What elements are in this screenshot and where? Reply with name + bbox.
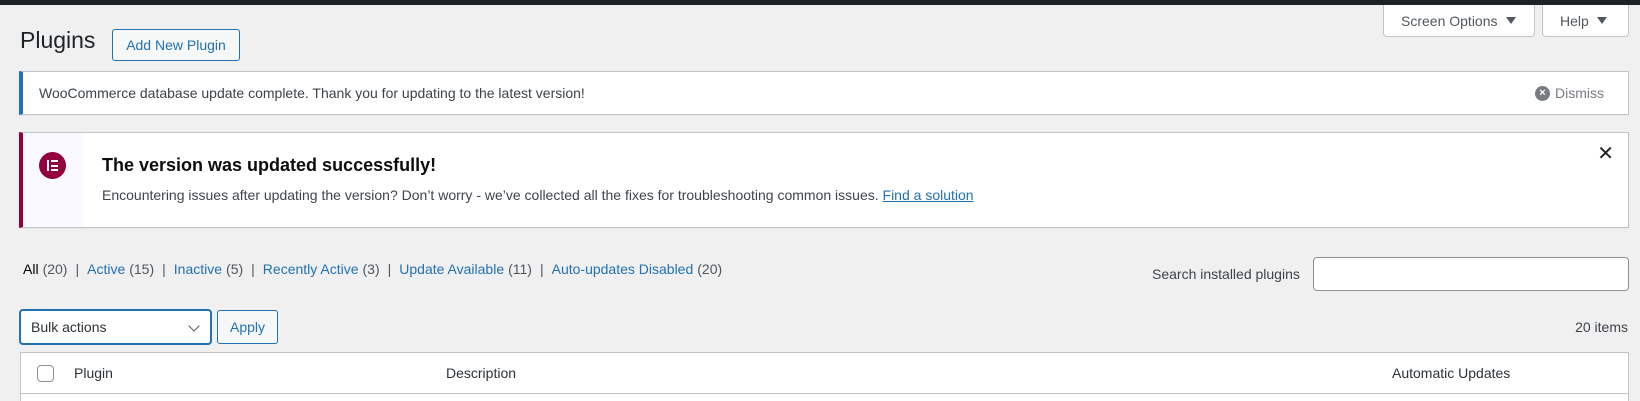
elementor-update-notice: The version was updated successfully! En… <box>19 132 1629 228</box>
notice-title: The version was updated successfully! <box>102 155 437 175</box>
filter-label: All <box>23 261 39 277</box>
filter-update-available[interactable]: Update Available (11) <box>399 261 532 277</box>
filter-label[interactable]: Auto-updates Disabled <box>552 261 694 277</box>
filter-separator: | <box>539 261 544 277</box>
notice-description-text: Encountering issues after updating the v… <box>102 187 879 203</box>
woocommerce-update-notice: WooCommerce database update complete. Th… <box>19 71 1629 115</box>
plugins-table-header: Plugin Description Automatic Updates <box>20 352 1629 401</box>
column-header-automatic-updates: Automatic Updates <box>1392 365 1511 381</box>
dismiss-label: Dismiss <box>1555 85 1604 101</box>
caret-down-icon <box>1596 17 1607 24</box>
notice-icon-strip <box>23 133 83 227</box>
bulk-actions-selected: Bulk actions <box>31 319 107 335</box>
filter-count: (15) <box>129 261 155 277</box>
apply-button[interactable]: Apply <box>217 310 278 344</box>
column-header-plugin[interactable]: Plugin <box>74 365 113 381</box>
filter-label[interactable]: Recently Active <box>263 261 359 277</box>
filter-count: (11) <box>508 261 532 277</box>
filter-active[interactable]: Active (15) <box>87 261 154 277</box>
filter-count: (20) <box>697 261 723 277</box>
search-label: Search installed plugins <box>1152 266 1300 282</box>
filter-all[interactable]: All (20) <box>23 261 67 277</box>
filter-label[interactable]: Inactive <box>174 261 222 277</box>
page-title: Plugins <box>20 27 96 53</box>
select-all-checkbox[interactable] <box>37 365 54 382</box>
caret-down-icon <box>1505 17 1516 24</box>
filter-inactive[interactable]: Inactive (5) <box>174 261 243 277</box>
screen-options-label: Screen Options <box>1401 12 1498 29</box>
add-new-plugin-button[interactable]: Add New Plugin <box>112 29 240 61</box>
filter-separator: | <box>387 261 392 277</box>
dismiss-circle-icon: × <box>1535 85 1550 101</box>
filter-label[interactable]: Update Available <box>399 261 504 277</box>
elementor-logo-icon <box>39 152 66 179</box>
filter-label[interactable]: Active <box>87 261 125 277</box>
help-button[interactable]: Help <box>1542 5 1629 37</box>
filter-auto-updates-disabled[interactable]: Auto-updates Disabled (20) <box>552 261 723 277</box>
chevron-down-icon <box>188 320 200 332</box>
notice-description: Encountering issues after updating the v… <box>102 187 974 203</box>
filter-count: (20) <box>42 261 68 277</box>
screen-options-button[interactable]: Screen Options <box>1383 5 1535 37</box>
close-icon[interactable]: ✕ <box>1597 144 1614 164</box>
filter-separator: | <box>162 261 166 277</box>
items-count: 20 items <box>1575 319 1628 335</box>
column-header-description: Description <box>446 365 517 381</box>
filter-recently-active[interactable]: Recently Active (3) <box>263 261 380 277</box>
find-a-solution-link[interactable]: Find a solution <box>883 187 974 203</box>
filter-separator: | <box>251 261 255 277</box>
help-label: Help <box>1560 12 1589 29</box>
search-plugins-input[interactable] <box>1313 257 1629 291</box>
notice-message: WooCommerce database update complete. Th… <box>39 85 585 101</box>
plugin-status-filters: All (20) | Active (15) | Inactive (5) | … <box>23 261 722 277</box>
filter-count: (3) <box>362 261 380 277</box>
header-divider <box>21 393 1628 394</box>
filter-separator: | <box>75 261 80 277</box>
dismiss-button[interactable]: × Dismiss <box>1535 85 1604 101</box>
filter-count: (5) <box>226 261 244 277</box>
bulk-actions-select[interactable]: Bulk actions <box>20 310 211 344</box>
